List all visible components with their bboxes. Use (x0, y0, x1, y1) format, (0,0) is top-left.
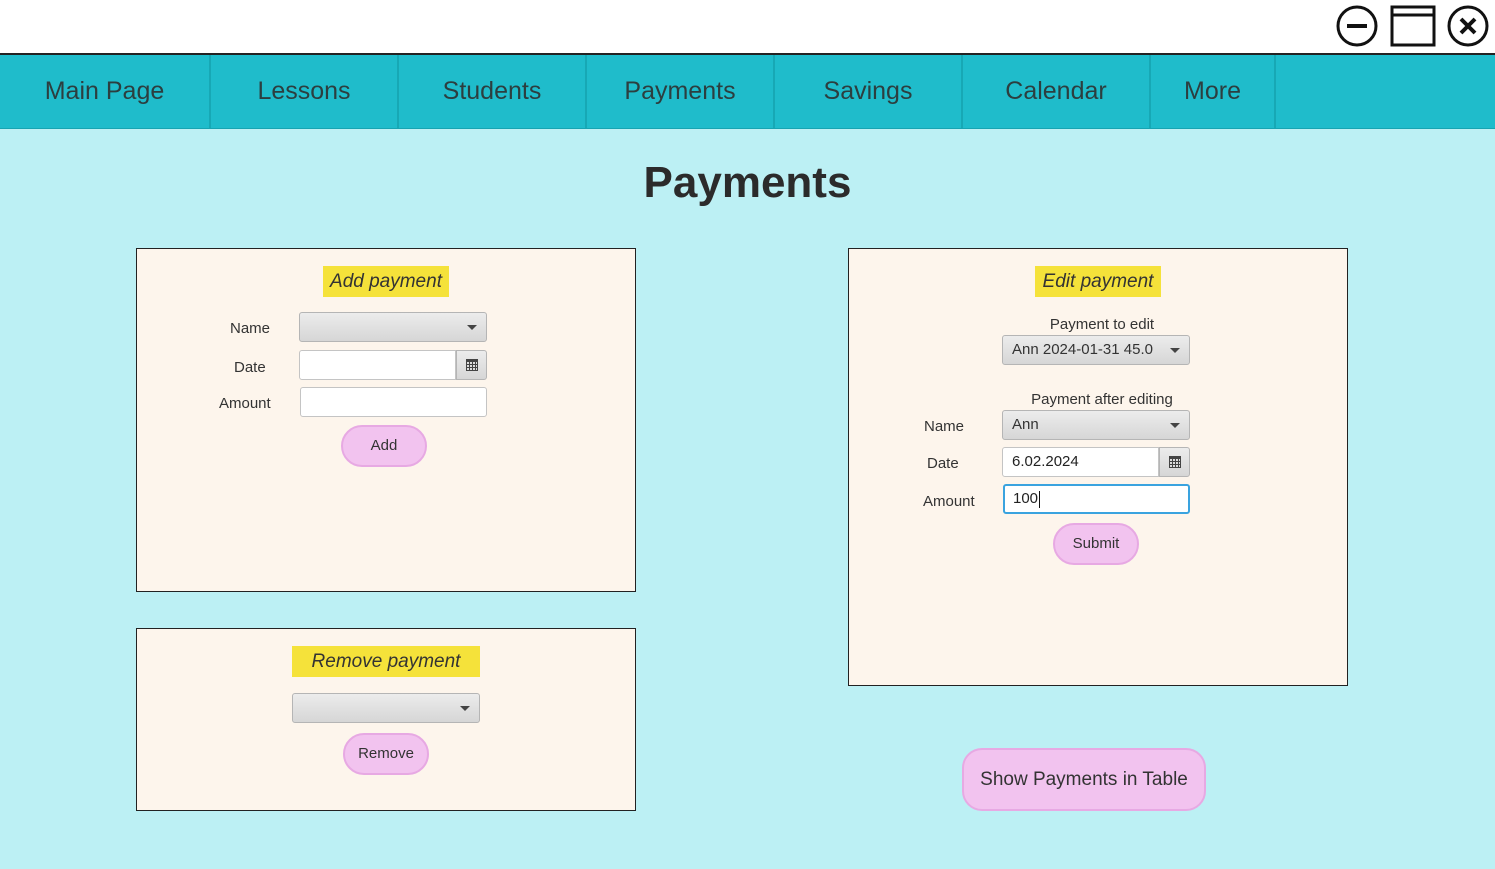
add-payment-heading: Add payment (323, 266, 449, 297)
main-navbar: Main Page Lessons Students Payments Savi… (0, 55, 1495, 129)
edit-date-label: Date (927, 455, 959, 472)
edit-amount-value: 100 (1013, 490, 1039, 507)
calendar-icon (466, 359, 478, 371)
add-payment-panel: Add payment Name Date Amount Add (136, 248, 636, 592)
edit-name-value: Ann (1012, 416, 1039, 433)
payment-to-edit-value: Ann 2024-01-31 45.0 (1012, 341, 1153, 358)
remove-payment-heading: Remove payment (292, 646, 480, 677)
nav-main-page[interactable]: Main Page (0, 55, 211, 128)
payment-after-editing-label: Payment after editing (1031, 391, 1173, 408)
close-icon[interactable] (1447, 5, 1489, 52)
add-date-label: Date (234, 359, 266, 376)
chevron-down-icon (1170, 423, 1180, 428)
window-titlebar (0, 0, 1495, 55)
add-date-picker-button[interactable] (456, 350, 487, 380)
page-title: Payments (643, 158, 852, 207)
edit-name-combobox[interactable]: Ann (1002, 410, 1190, 440)
minimize-icon[interactable] (1336, 5, 1378, 52)
chevron-down-icon (467, 325, 477, 330)
edit-date-field[interactable]: 6.02.2024 (1002, 447, 1159, 477)
nav-students[interactable]: Students (399, 55, 587, 128)
nav-more[interactable]: More (1151, 55, 1276, 128)
remove-button[interactable]: Remove (343, 733, 429, 775)
nav-lessons[interactable]: Lessons (211, 55, 399, 128)
add-name-combobox[interactable] (299, 312, 487, 342)
add-amount-label: Amount (219, 395, 271, 412)
add-amount-field[interactable] (300, 387, 487, 417)
chevron-down-icon (1170, 348, 1180, 353)
maximize-icon[interactable] (1390, 5, 1436, 52)
edit-payment-heading: Edit payment (1035, 266, 1161, 297)
nav-savings[interactable]: Savings (775, 55, 963, 128)
remove-payment-combobox[interactable] (292, 693, 480, 723)
remove-payment-panel: Remove payment Remove (136, 628, 636, 811)
payment-to-edit-combobox[interactable]: Ann 2024-01-31 45.0 (1002, 335, 1190, 365)
show-payments-table-button[interactable]: Show Payments in Table (962, 748, 1206, 811)
nav-calendar[interactable]: Calendar (963, 55, 1151, 128)
add-button[interactable]: Add (341, 425, 427, 467)
edit-date-value: 6.02.2024 (1012, 453, 1079, 470)
payment-to-edit-label: Payment to edit (1049, 316, 1155, 333)
edit-name-label: Name (924, 418, 965, 435)
nav-payments[interactable]: Payments (587, 55, 775, 128)
edit-amount-field[interactable]: 100 (1003, 484, 1190, 514)
text-cursor (1039, 490, 1041, 508)
submit-button[interactable]: Submit (1053, 523, 1139, 565)
add-date-field[interactable] (299, 350, 456, 380)
calendar-icon (1169, 456, 1181, 468)
add-name-label: Name (230, 320, 271, 337)
edit-payment-panel: Edit payment Payment to edit Ann 2024-01… (848, 248, 1348, 686)
edit-date-picker-button[interactable] (1159, 447, 1190, 477)
edit-amount-label: Amount (923, 493, 975, 510)
chevron-down-icon (460, 706, 470, 711)
